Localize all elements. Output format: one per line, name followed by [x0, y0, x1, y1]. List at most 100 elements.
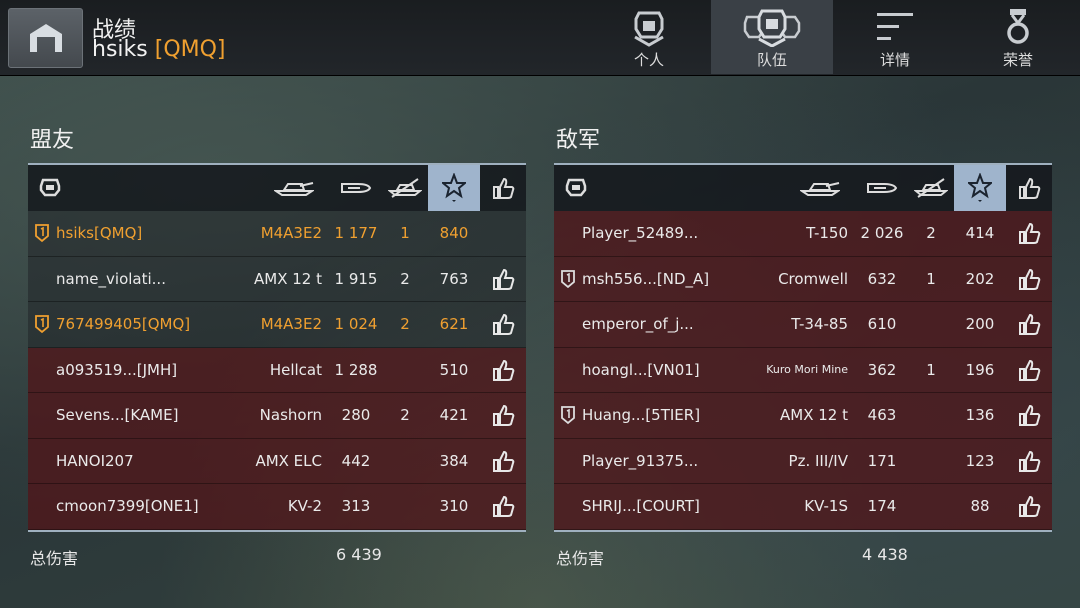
- damage-column-header[interactable]: [856, 165, 908, 211]
- player-row[interactable]: cmoon7399[ONE1] KV-2 313 310: [28, 484, 526, 530]
- player-row[interactable]: hoangl...[VN01] Kuro Mori Mine 362 1 196: [554, 347, 1052, 393]
- kills-value: 2: [926, 224, 936, 243]
- kills-column-header[interactable]: [908, 165, 954, 211]
- player-name: emperor_of_j...: [582, 315, 694, 334]
- like-button[interactable]: [480, 302, 526, 347]
- shell-damage-icon: [341, 183, 372, 193]
- player-row[interactable]: Huang...[5TIER] AMX 12 t 463 136: [554, 393, 1052, 439]
- player-column-header[interactable]: [36, 165, 64, 211]
- tank-icon: [274, 182, 314, 196]
- player-row[interactable]: emperor_of_j... T-34-85 610 200: [554, 302, 1052, 348]
- kills-value: [908, 393, 954, 438]
- kills-value: 2: [400, 315, 410, 334]
- player-row[interactable]: msh556...[ND_A] Cromwell 632 1 202: [554, 256, 1052, 302]
- personal-tank-icon: [634, 11, 664, 47]
- player-row[interactable]: Player_52489... T-150 2 026 2 414: [554, 211, 1052, 257]
- like-button[interactable]: [480, 348, 526, 393]
- player-helmet-icon: [39, 178, 61, 197]
- allies-total-damage-label: 总伤害: [30, 549, 79, 568]
- tab-details[interactable]: 详情: [834, 0, 956, 74]
- player-row[interactable]: Player_91375... Pz. III/IV 171 123: [554, 438, 1052, 484]
- player-nickname: hsiks: [92, 37, 148, 62]
- score-column-header-sorted[interactable]: [428, 165, 480, 211]
- tab-honor[interactable]: 荣誉: [957, 0, 1079, 74]
- score-value: 310: [439, 497, 469, 516]
- like-button[interactable]: [1006, 302, 1052, 347]
- damage-column-header[interactable]: [330, 165, 382, 211]
- like-button[interactable]: [1006, 484, 1052, 529]
- score-value: 88: [970, 497, 990, 516]
- like-column-header[interactable]: [1006, 165, 1052, 211]
- garage-button[interactable]: [8, 8, 83, 68]
- tab-team[interactable]: 队伍: [711, 0, 833, 74]
- like-button[interactable]: [1006, 257, 1052, 302]
- enemies-total-damage-value: 4 438: [862, 545, 908, 564]
- like-button[interactable]: [1006, 348, 1052, 393]
- thumbs-up-icon: [493, 450, 515, 472]
- like-button[interactable]: [1006, 393, 1052, 438]
- thumbs-up-icon: [1019, 268, 1041, 290]
- shell-damage-icon: [867, 183, 898, 193]
- thumbs-up-icon: [493, 314, 515, 336]
- platoon-badge-icon: [34, 211, 50, 256]
- thumbs-up-icon: [1019, 223, 1041, 245]
- allies-table: hsiks[QMQ] M4A3E2 1 177 1 840 name_violati...…: [28, 163, 526, 532]
- damage-value: 632: [867, 269, 897, 288]
- kills-value: [908, 302, 954, 347]
- player-row[interactable]: a093519...[JMH] Hellcat 1 288 510: [28, 347, 526, 393]
- thumbs-up-icon: [493, 496, 515, 518]
- score-value: 763: [439, 269, 469, 288]
- vehicle-name: AMX 12 t: [254, 269, 322, 288]
- vehicle-name: T-150: [806, 224, 848, 243]
- enemies-bottom-divider: [554, 529, 1052, 532]
- like-button[interactable]: [480, 393, 526, 438]
- kills-value: 1: [400, 224, 410, 243]
- like-button[interactable]: [480, 484, 526, 529]
- player-row[interactable]: SHRIJ...[COURT] KV-1S 174 88: [554, 484, 1052, 530]
- vehicle-column-header[interactable]: [264, 165, 324, 211]
- tab-personal[interactable]: 个人: [588, 0, 710, 74]
- player-name: hsiks[QMQ]: [56, 224, 143, 243]
- score-value: 196: [965, 360, 995, 379]
- enemies-title: 敌军: [556, 128, 601, 153]
- kills-value: [382, 348, 428, 393]
- star-score-icon: [968, 173, 992, 202]
- score-value: 136: [965, 406, 995, 425]
- player-name: Huang...[5TIER]: [582, 406, 701, 425]
- team-icon: [743, 9, 801, 47]
- player-row[interactable]: HANOI207 AMX ELC 442 384: [28, 438, 526, 484]
- vehicle-column-header[interactable]: [790, 165, 850, 211]
- player-name: Player_91375...: [582, 451, 699, 470]
- damage-value: 610: [867, 315, 897, 334]
- score-value: 621: [439, 315, 469, 334]
- like-button[interactable]: [480, 257, 526, 302]
- like-button[interactable]: [480, 439, 526, 484]
- star-score-icon: [442, 173, 466, 202]
- score-column-header-sorted[interactable]: [954, 165, 1006, 211]
- player-name: hoangl...[VN01]: [582, 360, 700, 379]
- tab-team-label: 队伍: [756, 51, 787, 69]
- like-button[interactable]: [1006, 439, 1052, 484]
- damage-value: 1 024: [334, 315, 378, 334]
- allies-total-damage-value: 6 439: [336, 545, 382, 564]
- thumbs-up-icon: [493, 405, 515, 427]
- kills-column-header[interactable]: [382, 165, 428, 211]
- player-row[interactable]: Sevens...[KAME] Nashorn 280 2 421: [28, 393, 526, 439]
- vehicle-name: KV-2: [287, 497, 322, 516]
- player-column-header[interactable]: [562, 165, 590, 211]
- kills-value: 1: [926, 269, 936, 288]
- player-name: Player_52489...: [582, 224, 699, 243]
- tab-personal-label: 个人: [633, 51, 664, 69]
- player-row[interactable]: hsiks[QMQ] M4A3E2 1 177 1 840: [28, 211, 526, 257]
- details-lines-icon: [877, 13, 913, 40]
- like-button[interactable]: [1006, 211, 1052, 256]
- platoon-badge-icon: [560, 393, 576, 438]
- player-name: Sevens...[KAME]: [56, 406, 179, 425]
- like-column-header[interactable]: [480, 165, 526, 211]
- player-name: msh556...[ND_A]: [582, 269, 710, 288]
- player-row[interactable]: name_violati... AMX 12 t 1 915 2 763: [28, 256, 526, 302]
- player-row[interactable]: 767499405[QMQ] M4A3E2 1 024 2 621: [28, 302, 526, 348]
- kills-value: [908, 439, 954, 484]
- player-helmet-icon: [565, 178, 587, 197]
- vehicle-name: T-34-85: [791, 315, 848, 334]
